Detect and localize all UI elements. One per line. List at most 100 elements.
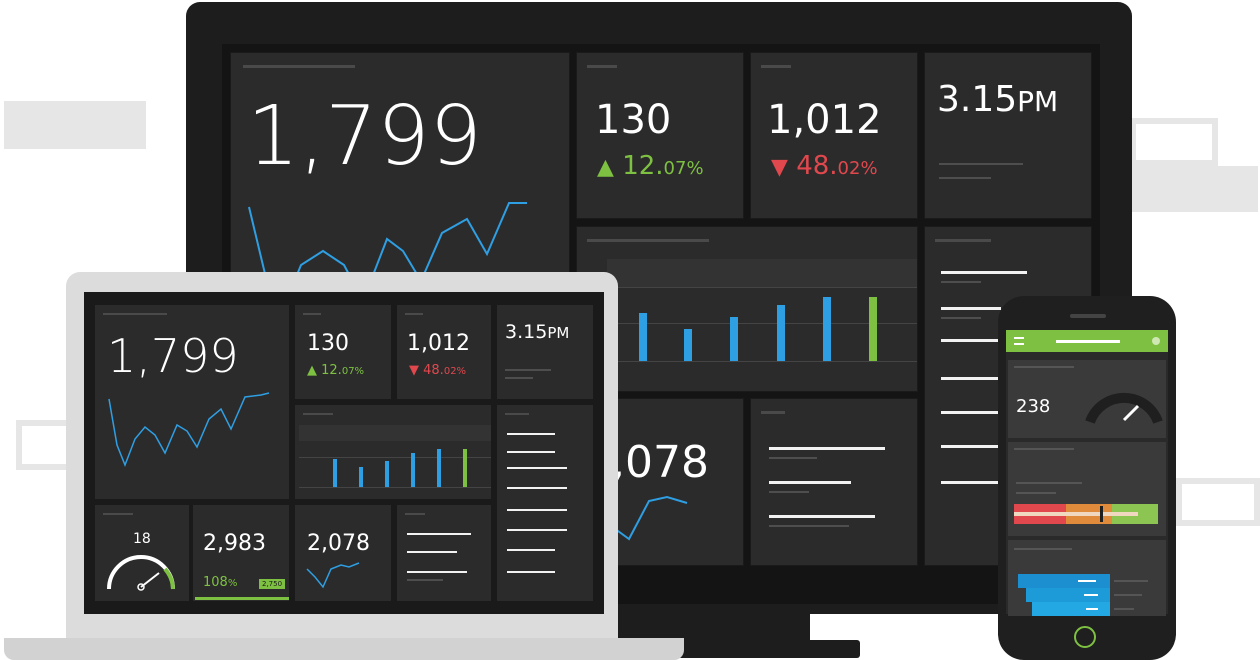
phone-tile-gauge[interactable]: 238 bbox=[1008, 360, 1166, 438]
laptop-kpi2-value: 1,012 bbox=[407, 331, 470, 356]
tile-title-placeholder bbox=[1014, 448, 1074, 450]
list-line bbox=[407, 571, 467, 573]
trend-up-icon: ▲ bbox=[597, 155, 614, 180]
laptop-kpi1-change-small: 07% bbox=[341, 366, 365, 377]
kpi1-change-small: 07% bbox=[663, 158, 704, 179]
kpi1-change: ▲ 12.07% bbox=[597, 151, 704, 181]
monitor-tile-kpi1[interactable]: 130 ▲ 12.07% bbox=[576, 52, 744, 219]
laptop-tile-kpi2[interactable]: 1,012 ▼ 48.02% bbox=[396, 304, 492, 400]
bullet-target-marker bbox=[1100, 506, 1103, 522]
laptop-kpi2-change-small: 02% bbox=[443, 366, 467, 377]
list-line bbox=[941, 307, 1001, 310]
list-line bbox=[941, 339, 1001, 342]
chart-bar bbox=[639, 313, 647, 361]
list-line bbox=[941, 481, 1001, 484]
monitor-tile-time[interactable]: 3.15PM bbox=[924, 52, 1092, 219]
tile-title-placeholder bbox=[405, 513, 425, 515]
laptop-time-value: 3.15 bbox=[505, 321, 548, 343]
decor-outline-right-bottom bbox=[1176, 478, 1260, 526]
phone-home-button[interactable] bbox=[1074, 626, 1096, 648]
gauge-icon bbox=[107, 555, 175, 591]
list-line bbox=[941, 411, 1001, 414]
funnel-label-line bbox=[1114, 594, 1142, 596]
phone-tile-bullet[interactable] bbox=[1008, 442, 1166, 536]
laptop-tile-big-number[interactable]: 1,799 bbox=[94, 304, 290, 500]
bullet-value-bar bbox=[1014, 512, 1138, 516]
time-detail-line bbox=[939, 163, 1023, 165]
goal-percent: 108% bbox=[203, 575, 237, 590]
laptop-time-suffix: PM bbox=[547, 324, 570, 342]
phone-tile-funnel[interactable] bbox=[1008, 540, 1166, 616]
chart-bar bbox=[437, 449, 441, 487]
trend-down-icon: ▼ bbox=[771, 155, 788, 180]
chart-header-band bbox=[607, 259, 917, 287]
chart-bar bbox=[463, 449, 467, 487]
laptop-tile-time[interactable]: 3.15PM bbox=[496, 304, 594, 400]
laptop-kpi1-value: 130 bbox=[307, 331, 349, 356]
tile-title-placeholder bbox=[505, 413, 529, 415]
laptop-tile-goal[interactable]: 2,983 108% 2,750 bbox=[192, 504, 290, 602]
funnel-label-line bbox=[1114, 608, 1134, 610]
chart-gridline bbox=[299, 487, 491, 488]
phone-speaker bbox=[1070, 314, 1106, 318]
phone-header bbox=[1006, 330, 1168, 352]
monitor-tile-bar-chart[interactable] bbox=[576, 226, 918, 392]
funnel-bar bbox=[1032, 602, 1110, 616]
list-line bbox=[941, 271, 1027, 274]
laptop-sparkline bbox=[108, 392, 270, 468]
funnel-value-line bbox=[1084, 594, 1098, 596]
tile-title-placeholder bbox=[1014, 548, 1072, 550]
list-line bbox=[941, 377, 1001, 380]
kpi2-change-main: 48. bbox=[796, 151, 838, 181]
header-title-line bbox=[1056, 340, 1120, 343]
trend-up-icon: ▲ bbox=[307, 363, 317, 378]
chart-bar bbox=[411, 453, 415, 487]
funnel-bar bbox=[1018, 574, 1110, 588]
bullet-label-line bbox=[1016, 492, 1056, 494]
tile-title-placeholder bbox=[761, 411, 785, 414]
laptop-tile-text-list[interactable] bbox=[396, 504, 492, 602]
chart-gridline bbox=[607, 287, 917, 288]
status-dot-icon bbox=[1152, 337, 1160, 345]
time-suffix: PM bbox=[1017, 85, 1059, 118]
decor-block-left bbox=[4, 101, 146, 149]
chart-bar bbox=[823, 297, 831, 361]
time-value: 3.15 bbox=[937, 79, 1018, 120]
list-subline bbox=[769, 491, 809, 493]
trend-down-icon: ▼ bbox=[409, 363, 419, 378]
laptop-kpi2-change-main: 48. bbox=[423, 363, 444, 378]
goal-value: 2,983 bbox=[203, 531, 266, 556]
small-sparkline bbox=[306, 562, 360, 589]
tile-title-placeholder bbox=[587, 65, 617, 68]
list-line bbox=[507, 509, 567, 511]
list-subline bbox=[941, 281, 981, 283]
chart-bar bbox=[333, 459, 337, 487]
laptop-tile-bar-chart[interactable] bbox=[294, 404, 492, 500]
tile-title-placeholder bbox=[935, 239, 991, 242]
menu-icon[interactable] bbox=[1014, 337, 1024, 345]
monitor-tile-text-list[interactable] bbox=[750, 398, 918, 566]
list-subline bbox=[407, 579, 443, 581]
list-line bbox=[507, 487, 567, 489]
laptop-tile-list[interactable] bbox=[496, 404, 594, 602]
chart-bar bbox=[777, 305, 785, 361]
goal-progress-bar bbox=[195, 597, 289, 600]
monitor-tile-kpi2[interactable]: 1,012 ▼ 48.02% bbox=[750, 52, 918, 219]
laptop-tile-gauge[interactable]: 18 bbox=[94, 504, 190, 602]
list-subline bbox=[769, 525, 849, 527]
tile-title-placeholder bbox=[303, 413, 333, 415]
list-line bbox=[407, 533, 471, 535]
list-line bbox=[507, 571, 555, 573]
time-display: 3.15PM bbox=[937, 79, 1058, 120]
chart-bar bbox=[385, 461, 389, 487]
laptop-tile-kpi1[interactable]: 130 ▲ 12.07% bbox=[294, 304, 392, 400]
chart-gridline bbox=[607, 361, 917, 362]
funnel-value-line bbox=[1086, 608, 1098, 610]
goal-target-badge: 2,750 bbox=[259, 579, 286, 589]
laptop-tile-sparkline[interactable]: 2,078 bbox=[294, 504, 392, 602]
tile-title-placeholder bbox=[587, 239, 709, 242]
kpi1-change-main: 12. bbox=[622, 151, 664, 181]
kpi2-change: ▼ 48.02% bbox=[771, 151, 878, 181]
list-line bbox=[507, 451, 555, 453]
tile-title-placeholder bbox=[761, 65, 791, 68]
